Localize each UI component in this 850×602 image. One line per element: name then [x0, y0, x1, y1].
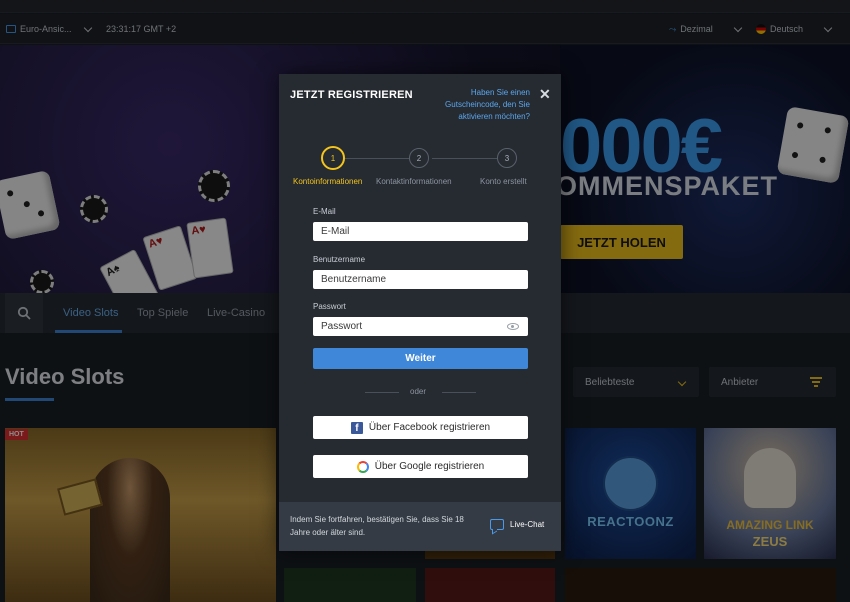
- divider-line: [442, 392, 476, 393]
- step-connector: [432, 158, 497, 159]
- email-label: E-Mail: [313, 207, 336, 216]
- promo-code-link[interactable]: Haben Sie einen Gutscheincode, den Sie a…: [429, 87, 530, 123]
- facebook-icon: f: [350, 421, 363, 434]
- step-1-label: Kontoinformationen: [293, 177, 363, 186]
- username-label: Benutzername: [313, 255, 366, 264]
- close-icon[interactable]: ✕: [539, 86, 551, 103]
- step-3-indicator: 3: [497, 148, 517, 168]
- continue-button[interactable]: Weiter: [313, 348, 528, 369]
- step-1-indicator: 1: [321, 146, 345, 170]
- modal-title: JETZT REGISTRIEREN: [290, 89, 413, 101]
- divider-line: [365, 392, 399, 393]
- username-field[interactable]: [313, 270, 528, 289]
- divider-text: oder: [410, 387, 427, 396]
- live-chat-button[interactable]: Live-Chat: [490, 519, 544, 530]
- google-button-label: Über Google registrieren: [374, 461, 485, 472]
- google-register-button[interactable]: Über Google registrieren: [313, 455, 528, 478]
- live-chat-label: Live-Chat: [510, 520, 545, 529]
- facebook-button-label: Über Facebook registrieren: [368, 422, 491, 433]
- password-field[interactable]: [313, 317, 528, 336]
- step-2-label: Kontaktinformationen: [376, 177, 452, 186]
- step-2-indicator: 2: [409, 148, 429, 168]
- password-label: Passwort: [313, 302, 346, 311]
- chat-icon: [490, 519, 504, 530]
- email-field[interactable]: [313, 222, 528, 241]
- eye-icon[interactable]: [507, 323, 519, 330]
- facebook-register-button[interactable]: f Über Facebook registrieren: [313, 416, 528, 439]
- registration-modal: JETZT REGISTRIEREN Haben Sie einen Gutsc…: [279, 74, 561, 551]
- age-confirmation-text: Indem Sie fortfahren, bestätigen Sie, da…: [290, 515, 464, 537]
- google-icon: [356, 460, 369, 473]
- step-3-label: Konto erstellt: [480, 177, 527, 186]
- page: Euro-Ansic... 23:31:17 GMT +2 ⤳ Dezimal …: [0, 0, 850, 602]
- step-connector: [345, 158, 409, 159]
- modal-footer: Indem Sie fortfahren, bestätigen Sie, da…: [279, 502, 561, 551]
